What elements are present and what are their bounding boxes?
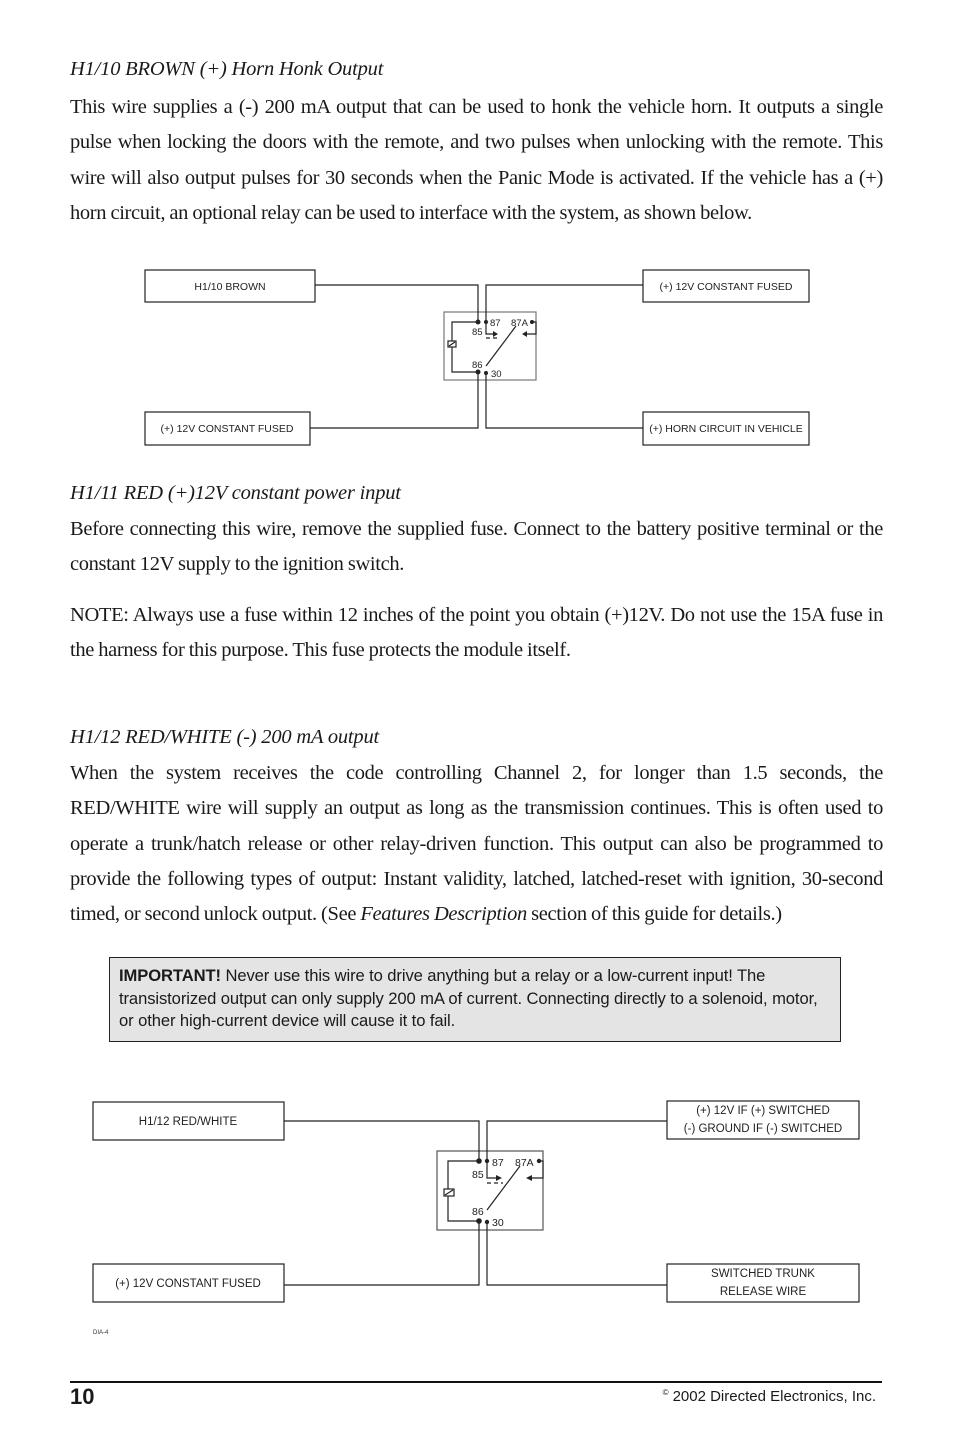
pin-85-label: 85	[472, 327, 483, 338]
pin-87a-label: 87A	[511, 318, 529, 329]
box-top-right-label-line2: (-) GROUND IF (-) SWITCHED	[684, 1123, 842, 1135]
section-heading-h1-12: H1/12 RED/WHITE (-) 200 mA output	[70, 726, 380, 748]
pin-87-label: 87	[492, 1157, 504, 1169]
copyright-symbol: ©	[662, 1388, 669, 1397]
relay-wiring-diagram-horn: H1/10 BROWN (+) 12V CONSTANT FUSED (+) 1…	[144, 269, 810, 446]
pin-30-label: 30	[491, 369, 502, 380]
pin-85-label: 85	[472, 1169, 484, 1181]
switch-arm	[485, 325, 517, 367]
wire-85	[315, 284, 479, 322]
features-description-reference: Features Description	[360, 903, 527, 926]
box-top-right-label: (+) 12V CONSTANT FUSED	[660, 281, 793, 293]
pin-87-label: 87	[490, 318, 501, 329]
box-bottom-right-label: (+) HORN CIRCUIT IN VEHICLE	[649, 423, 803, 435]
section-paragraph-h1-12: When the system receives the code contro…	[70, 756, 883, 932]
box-bottom-right-label-line1: SWITCHED TRUNK	[711, 1268, 815, 1280]
figure-id: DIA-4	[93, 1330, 109, 1336]
paragraph-text: When the system receives the code contro…	[70, 762, 883, 926]
box-bottom-right-label-line2: RELEASE WIRE	[720, 1286, 807, 1298]
pin-87a-label: 87A	[515, 1157, 534, 1169]
section-heading-h1-11: H1/11 RED (+)12V constant power input	[70, 482, 401, 504]
paragraph-text-end: section of this guide for details.)	[526, 903, 782, 926]
wire-87	[485, 284, 643, 335]
box-top-left-label: H1/12 RED/WHITE	[139, 1116, 238, 1128]
note-paragraph-fuse: NOTE: Always use a fuse within 12 inches…	[70, 604, 883, 662]
relay-wiring-diagram-trunk: H1/12 RED/WHITE (+) 12V IF (+) SWITCHED …	[92, 1100, 860, 1336]
page-number: 10	[70, 1384, 95, 1409]
copyright-notice: © 2002 Directed Electronics, Inc.	[663, 1388, 876, 1405]
important-text: Never use this wire to drive anything bu…	[119, 966, 818, 1030]
footer-divider	[70, 1381, 882, 1383]
pin-86-label: 86	[472, 1206, 484, 1218]
pin-86-label: 86	[472, 360, 483, 371]
box-bottom-left-label: (+) 12V CONSTANT FUSED	[161, 423, 294, 435]
wire-86	[310, 373, 479, 429]
important-label: IMPORTANT!	[119, 966, 221, 985]
wire-30	[485, 373, 643, 429]
box-bottom-left-label: (+) 12V CONSTANT FUSED	[115, 1278, 261, 1290]
important-notice: IMPORTANT! Never use this wire to drive …	[109, 957, 841, 1042]
box-top-right-label-line1: (+) 12V IF (+) SWITCHED	[696, 1105, 830, 1117]
section-paragraph-h1-11: Before connecting this wire, remove the …	[70, 518, 883, 576]
box-top-left-label: H1/10 BROWN	[194, 281, 265, 293]
pin-30-label: 30	[492, 1217, 504, 1229]
copyright-text: 2002 Directed Electronics, Inc.	[672, 1388, 876, 1405]
